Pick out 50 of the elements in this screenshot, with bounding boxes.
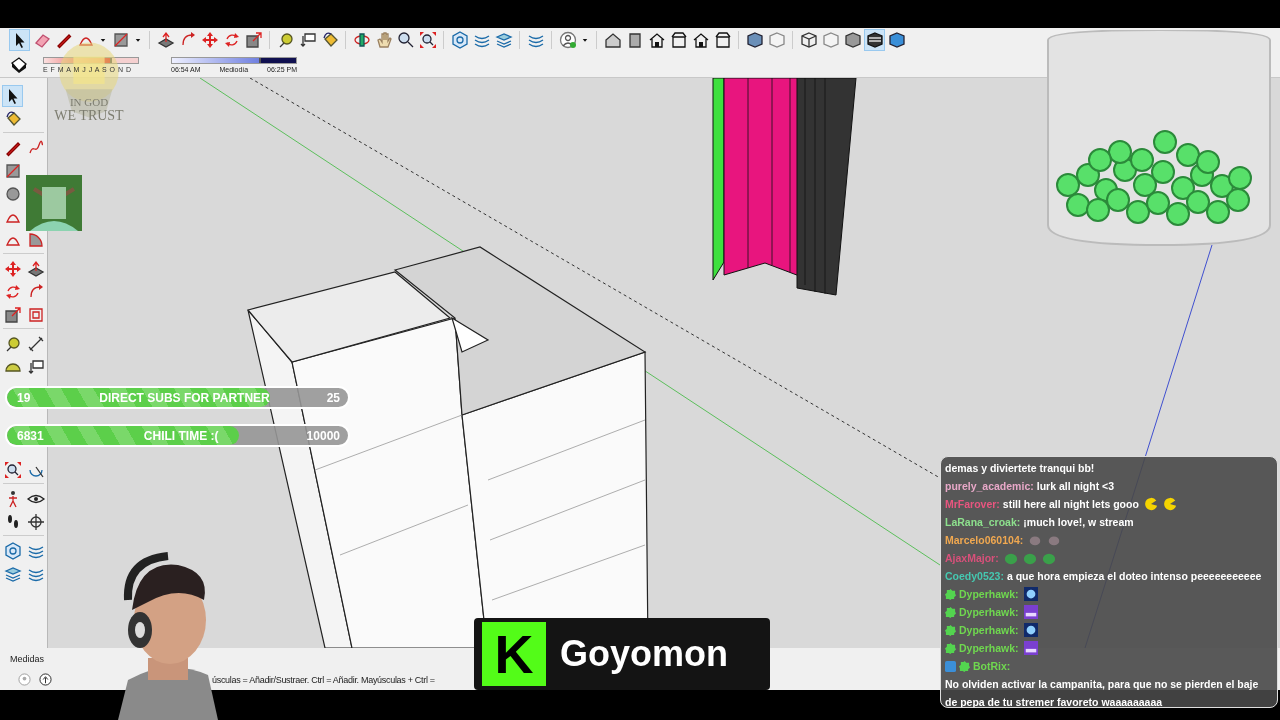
verified-badge-icon <box>945 642 956 654</box>
cursor-icon[interactable] <box>2 84 23 107</box>
avatar-drawing <box>26 175 82 231</box>
frog-emote-icon <box>1022 551 1037 565</box>
info-icon[interactable] <box>39 673 52 686</box>
measurements-label: Medidas <box>10 654 46 664</box>
scale-icon[interactable] <box>243 29 264 51</box>
moon-emote-icon <box>1162 497 1177 511</box>
goal-current: 19 <box>17 390 31 405</box>
goal-label: DIRECT SUBS FOR PARTNER <box>99 390 270 405</box>
chat-username[interactable]: MrFarover: <box>945 495 1000 513</box>
gem-emote-icon <box>1023 623 1038 637</box>
time-slider[interactable] <box>171 56 297 64</box>
frog-emote-icon <box>1041 551 1056 565</box>
hype-emote-icon <box>1023 641 1038 655</box>
hype-emote-icon <box>1023 605 1038 619</box>
chat-username[interactable]: Dyperhawk: <box>959 585 1019 603</box>
verified-badge-icon <box>959 660 970 672</box>
cube-icon[interactable] <box>864 29 885 51</box>
verified-badge-icon <box>945 624 956 636</box>
chat-username[interactable]: purely_academic: <box>945 477 1034 495</box>
zoom-extents-icon[interactable] <box>417 29 438 51</box>
status-hint: úsculas = Añadir/Sustraer. Ctrl = Añadir. Mayúsculas + Ctrl = <box>212 674 435 685</box>
chat-message: still here all night lets gooo <box>1002 497 1139 512</box>
goal-current: 6831 <box>17 428 44 443</box>
chat-username[interactable]: Dyperhawk: <box>959 603 1019 621</box>
chat-message: ¡much love!, w stream <box>1023 515 1134 530</box>
chat-username[interactable]: Marcelo060104: <box>945 531 1024 549</box>
verified-badge-icon <box>945 588 956 600</box>
moon-emote-icon <box>1143 497 1158 511</box>
chat-message: lurk all night <3 <box>1036 479 1115 494</box>
chat-username[interactable]: BotRix: <box>973 657 1011 675</box>
cursor-icon[interactable] <box>9 29 30 51</box>
chat-username[interactable]: Coedy0523: <box>945 567 1004 585</box>
kick-logo: K <box>482 622 546 686</box>
goal-target: 10000 <box>306 428 340 443</box>
chat-username[interactable]: LaRana_croak: <box>945 513 1021 531</box>
goal-label: CHILI TIME :( <box>143 428 219 443</box>
hexagon-icon[interactable] <box>449 29 470 51</box>
bot-badge-icon <box>945 660 956 672</box>
chat-username[interactable]: Dyperhawk: <box>959 621 1019 639</box>
verified-badge-icon <box>945 606 956 618</box>
streamer-name: Goyomon <box>560 633 728 675</box>
goal-target: 25 <box>326 390 340 405</box>
chat-username[interactable]: Dyperhawk: <box>959 639 1019 657</box>
user-icon[interactable] <box>557 29 578 51</box>
gem-emote-icon <box>1023 587 1038 601</box>
frog-emote-icon <box>1003 551 1018 565</box>
chat-message: a que hora empieza el doteo intenso peeeeeeeeeee <box>1006 569 1262 584</box>
chat-message: demas y diviertete tranqui bb! <box>945 461 1095 476</box>
